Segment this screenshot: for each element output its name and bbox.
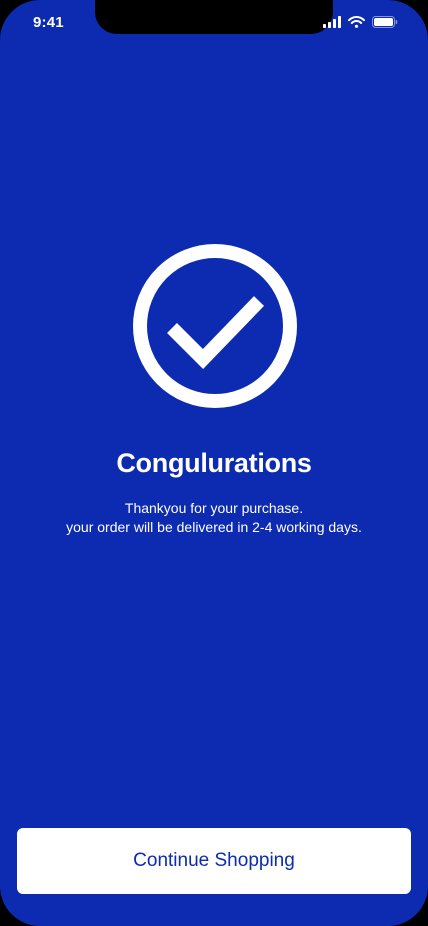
message-line-delivery: your order will be delivered in 2-4 work…	[66, 519, 362, 535]
check-circle-icon	[131, 242, 299, 410]
status-icons	[323, 15, 398, 33]
battery-icon	[372, 15, 398, 33]
status-time: 9:41	[33, 14, 64, 31]
confirmation-message: Thankyou for your purchase. your order w…	[0, 499, 428, 537]
continue-shopping-button[interactable]: Continue Shopping	[17, 828, 411, 894]
cellular-signal-icon	[323, 15, 341, 33]
confirmation-title: Congulurations	[116, 448, 312, 478]
wifi-icon	[348, 15, 365, 33]
phone-screen: 9:41 Congulurations Thankyou for your pu…	[0, 0, 428, 926]
device-notch	[95, 0, 333, 34]
message-line-purchase: Thankyou for your purchase.	[124, 500, 304, 516]
